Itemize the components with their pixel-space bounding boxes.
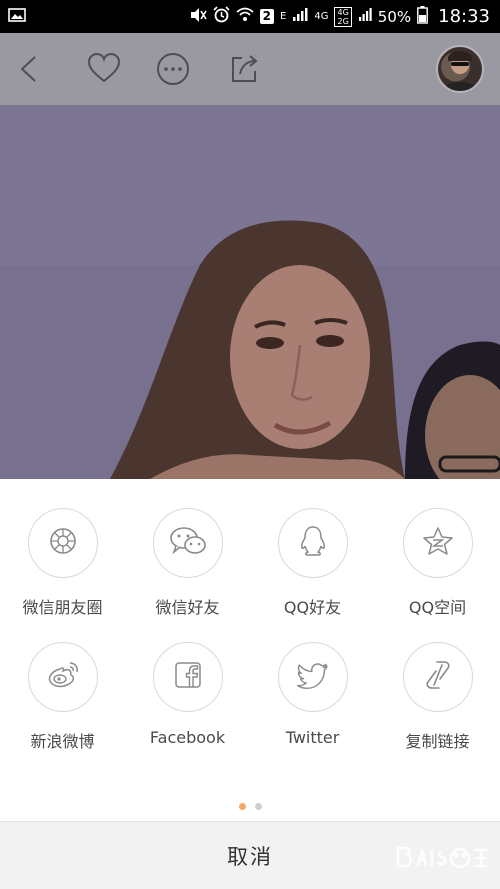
battery-percent: 50% [377,7,412,26]
battery-icon [417,5,429,28]
network-stack-indicator: 4G 2G [334,6,352,27]
page-dot [254,803,262,810]
share-label: QQ空间 [408,598,467,617]
share-sheet: 微信朋友圈 微信好友 QQ好友 QQ空间 新浪微博 Facebook Twitt… [0,479,500,889]
share-weibo-button[interactable]: 新浪微博 [0,642,125,752]
mute-icon [189,7,207,27]
avatar[interactable] [436,45,484,93]
notification-count-badge: 2 [259,9,275,24]
wifi-icon [236,7,254,26]
more-icon[interactable] [155,51,191,87]
share-circle [27,642,98,712]
weibo-icon [46,660,80,695]
share-label: QQ好友 [283,598,342,617]
share-facebook-button[interactable]: Facebook [125,642,250,747]
share-label: Facebook [149,728,226,747]
heart-icon[interactable] [86,51,122,87]
status-bar: 2 E 4G 4G 2G 50% 18:33 [0,0,500,33]
share-qq-friends-button[interactable]: QQ好友 [250,508,375,618]
signal-icon [292,7,308,26]
gallery-notification-icon [8,7,26,26]
share-wechat-friends-button[interactable]: 微信好友 [125,508,250,618]
clock: 18:33 [438,6,490,27]
back-icon[interactable] [11,51,47,87]
share-label: 复制链接 [405,732,470,751]
facebook-icon [174,661,202,694]
watermark-logo [394,840,492,879]
share-label: 微信朋友圈 [22,598,103,617]
cancel-label: 取消 [227,844,273,869]
share-twitter-button[interactable]: Twitter [250,642,375,747]
share-circle [402,642,473,712]
share-circle [27,508,98,578]
qzone-icon [422,526,454,561]
share-circle [152,508,223,578]
top-toolbar [0,33,500,105]
wechat-icon [169,525,207,562]
signal-type-label: E [280,10,287,22]
twitter-icon [296,661,329,694]
share-circle [152,642,223,712]
share-qzone-button[interactable]: QQ空间 [375,508,500,618]
qq-icon [299,525,327,562]
share-wechat-moments-button[interactable]: 微信朋友圈 [0,508,125,618]
share-circle [277,508,348,578]
photo-image [0,105,500,479]
share-copy-link-button[interactable]: 复制链接 [375,642,500,752]
share-label: 微信好友 [155,598,220,617]
alarm-icon [213,6,230,27]
signal-icon-secondary [358,7,372,26]
page-indicator [0,803,500,810]
share-circle [277,642,348,712]
cancel-button[interactable]: 取消 [0,821,500,889]
network-type-label: 4G [314,10,329,22]
share-label: 新浪微博 [30,732,95,751]
wechat-moments-icon [48,526,78,561]
page-dot-active [238,803,246,810]
share-circle [402,508,473,578]
copy-link-icon [424,659,452,696]
share-label: Twitter [285,728,340,747]
share-icon[interactable] [226,51,262,87]
